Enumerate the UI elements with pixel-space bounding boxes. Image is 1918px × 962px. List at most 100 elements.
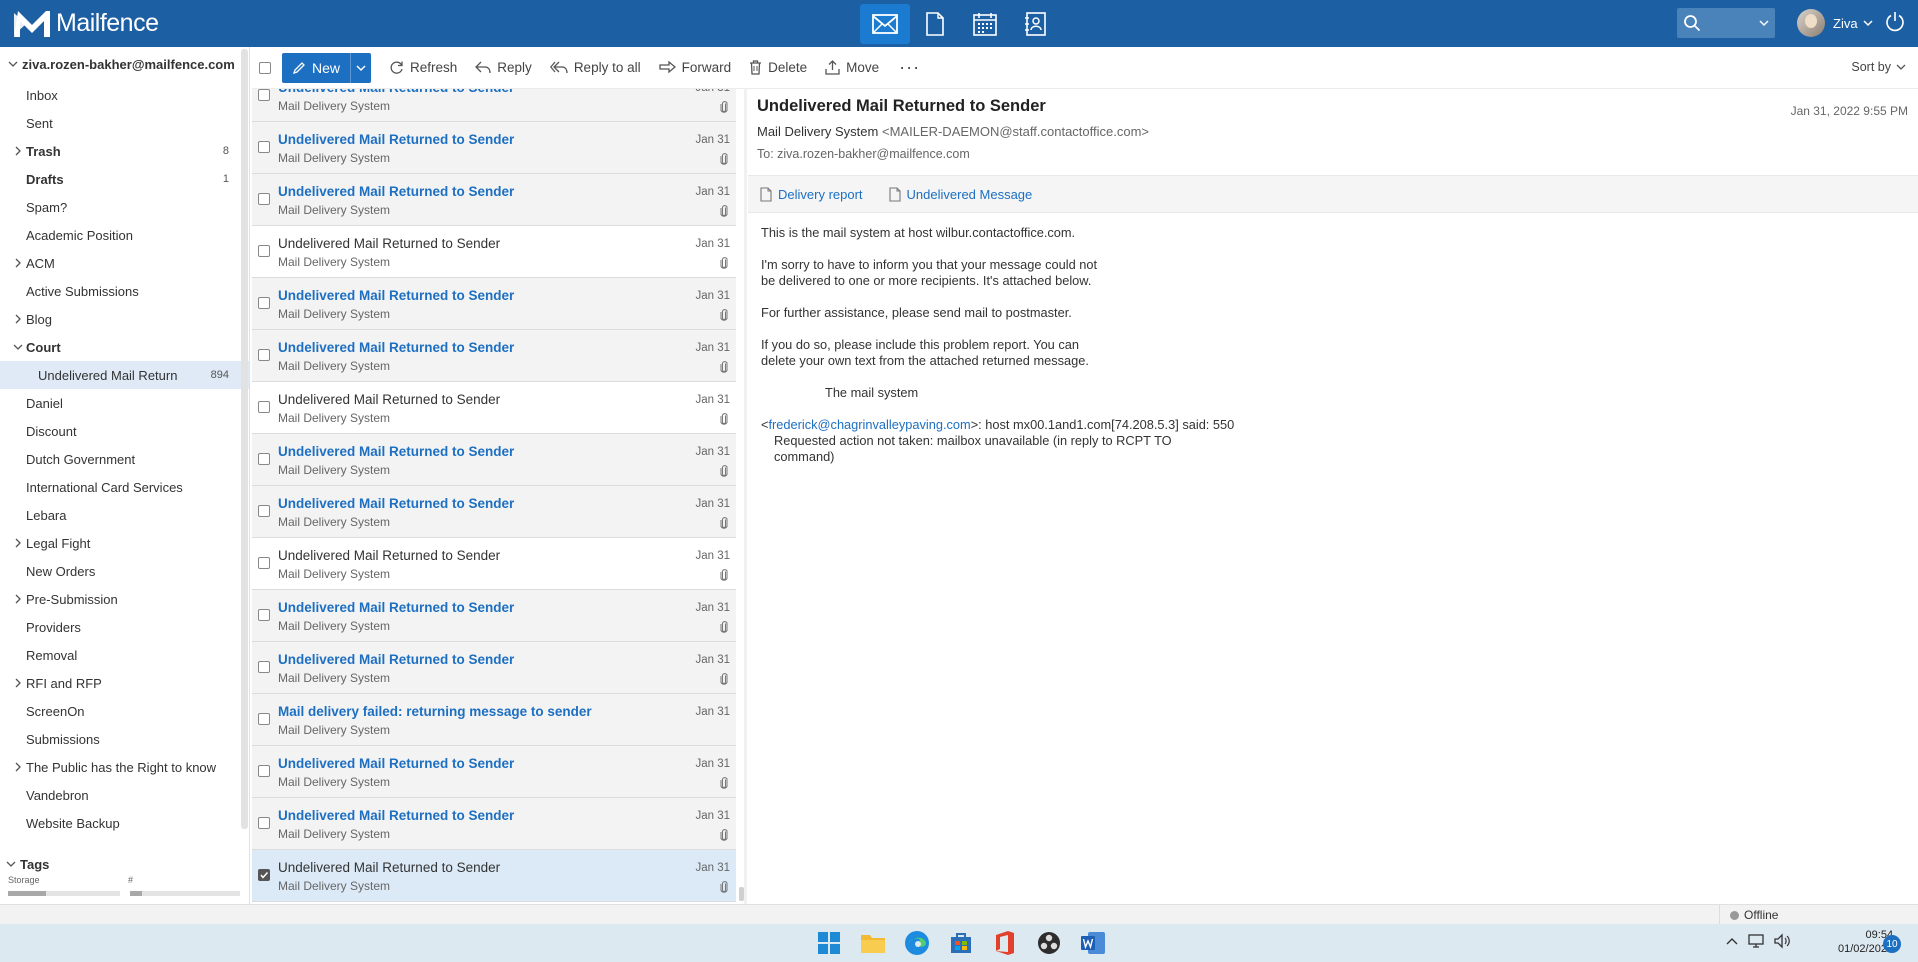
sidebar-folder-legal-fight[interactable]: Legal Fight bbox=[0, 529, 249, 557]
attachment-delivery-report[interactable]: Delivery report bbox=[760, 187, 863, 202]
message-checkbox[interactable] bbox=[258, 297, 270, 309]
volume-icon[interactable] bbox=[1773, 933, 1791, 949]
message-checkbox[interactable] bbox=[258, 869, 270, 881]
chevron-right-icon[interactable] bbox=[13, 258, 23, 268]
word-button[interactable] bbox=[1078, 929, 1108, 957]
sidebar-folder-active-submissions[interactable]: Active Submissions bbox=[0, 277, 249, 305]
message-row[interactable]: Undelivered Mail Returned to Sender Mail … bbox=[252, 850, 736, 902]
message-row[interactable]: Undelivered Mail Returned to Sender Mail … bbox=[252, 486, 736, 538]
user-menu[interactable]: Ziva bbox=[1797, 8, 1873, 38]
sidebar-folder-screenon[interactable]: ScreenOn bbox=[0, 697, 249, 725]
message-checkbox[interactable] bbox=[258, 193, 270, 205]
sidebar-folder-court[interactable]: Court bbox=[0, 333, 249, 361]
message-row[interactable]: Undelivered Mail Returned to Sender Mail … bbox=[252, 538, 736, 590]
message-checkbox[interactable] bbox=[258, 401, 270, 413]
message-row[interactable]: Undelivered Mail Returned to Sender Mail … bbox=[252, 226, 736, 278]
sidebar-folder-inbox[interactable]: Inbox bbox=[0, 81, 249, 109]
move-button[interactable]: Move bbox=[825, 60, 879, 75]
sidebar-folder-lebara[interactable]: Lebara bbox=[0, 501, 249, 529]
chevron-right-icon[interactable] bbox=[13, 594, 23, 604]
account-header[interactable]: ziva.rozen-bakher@mailfence.com bbox=[0, 47, 249, 81]
mail-app-button[interactable] bbox=[860, 3, 910, 44]
message-row[interactable]: Undelivered Mail Returned to Sender Mail … bbox=[252, 382, 736, 434]
sidebar-folder-submissions[interactable]: Submissions bbox=[0, 725, 249, 753]
sort-by-dropdown[interactable]: Sort by bbox=[1851, 60, 1906, 74]
message-checkbox[interactable] bbox=[258, 245, 270, 257]
office-button[interactable] bbox=[990, 929, 1020, 957]
contacts-app-button[interactable] bbox=[1010, 4, 1060, 44]
refresh-button[interactable]: Refresh bbox=[389, 60, 457, 75]
forward-button[interactable]: Forward bbox=[658, 60, 731, 75]
message-checkbox[interactable] bbox=[258, 89, 270, 101]
logout-button[interactable] bbox=[1884, 11, 1906, 36]
file-explorer-button[interactable] bbox=[858, 929, 888, 957]
message-row[interactable]: Undelivered Mail Returned to Sender Mail … bbox=[252, 746, 736, 798]
sidebar-folder-discount[interactable]: Discount bbox=[0, 417, 249, 445]
more-actions-button[interactable]: ··· bbox=[899, 57, 920, 78]
sidebar-folder-drafts[interactable]: Drafts 1 bbox=[0, 165, 249, 193]
calendar-app-button[interactable] bbox=[960, 4, 1010, 44]
new-button-main[interactable]: New bbox=[282, 52, 352, 83]
select-all-checkbox[interactable] bbox=[259, 61, 271, 74]
message-row[interactable]: Undelivered Mail Returned to Sender Mail … bbox=[252, 278, 736, 330]
sidebar-folder-removal[interactable]: Removal bbox=[0, 641, 249, 669]
logo[interactable]: Mailfence bbox=[12, 9, 159, 39]
sidebar-folder-international-card-services[interactable]: International Card Services bbox=[0, 473, 249, 501]
message-row[interactable]: Undelivered Mail Returned to Sender Mail … bbox=[252, 330, 736, 382]
sidebar-folder-rfi-and-rfp[interactable]: RFI and RFP bbox=[0, 669, 249, 697]
sidebar-folder-website-backup[interactable]: Website Backup bbox=[0, 809, 249, 837]
message-checkbox[interactable] bbox=[258, 765, 270, 777]
message-row[interactable]: Undelivered Mail Returned to Sender Mail … bbox=[252, 122, 736, 174]
new-message-button[interactable]: New bbox=[282, 52, 372, 83]
edge-browser-button[interactable] bbox=[902, 929, 932, 957]
sidebar-scrollbar[interactable] bbox=[241, 49, 248, 829]
sender-name[interactable]: Mail Delivery System bbox=[757, 124, 878, 139]
message-checkbox[interactable] bbox=[258, 141, 270, 153]
chevron-right-icon[interactable] bbox=[13, 146, 23, 156]
message-checkbox[interactable] bbox=[258, 713, 270, 725]
sidebar-folder-new-orders[interactable]: New Orders bbox=[0, 557, 249, 585]
attachment-undelivered-message[interactable]: Undelivered Message bbox=[888, 187, 1032, 202]
message-checkbox[interactable] bbox=[258, 609, 270, 621]
sidebar-folder-sent[interactable]: Sent bbox=[0, 109, 249, 137]
sidebar-folder-trash[interactable]: Trash 8 bbox=[0, 137, 249, 165]
message-checkbox[interactable] bbox=[258, 661, 270, 673]
search-button[interactable] bbox=[1677, 8, 1775, 38]
sidebar-folder-providers[interactable]: Providers bbox=[0, 613, 249, 641]
sidebar-folder-dutch-government[interactable]: Dutch Government bbox=[0, 445, 249, 473]
start-button[interactable] bbox=[814, 929, 844, 957]
message-checkbox[interactable] bbox=[258, 349, 270, 361]
sidebar-folder-vandebron[interactable]: Vandebron bbox=[0, 781, 249, 809]
sidebar-folder-acm[interactable]: ACM bbox=[0, 249, 249, 277]
obs-button[interactable] bbox=[1034, 929, 1064, 957]
message-checkbox[interactable] bbox=[258, 453, 270, 465]
message-row[interactable]: Undelivered Mail Returned to Sender Mail … bbox=[252, 174, 736, 226]
message-row[interactable]: Undelivered Mail Returned to Sender Mail … bbox=[252, 590, 736, 642]
sidebar-folder-spam[interactable]: Spam? bbox=[0, 193, 249, 221]
message-checkbox[interactable] bbox=[258, 817, 270, 829]
message-row[interactable]: Undelivered Mail Returned to Sender Mail … bbox=[252, 642, 736, 694]
new-button-dropdown[interactable] bbox=[351, 53, 371, 83]
message-checkbox[interactable] bbox=[258, 505, 270, 517]
sidebar-folder-undelivered-mail-return[interactable]: Undelivered Mail Return 894 bbox=[0, 361, 249, 389]
chevron-down-icon[interactable] bbox=[13, 342, 23, 352]
store-button[interactable] bbox=[946, 929, 976, 957]
reply-all-button[interactable]: Reply to all bbox=[549, 60, 641, 75]
recipient-link[interactable]: frederick@chagrinvalleypaving.com bbox=[768, 417, 970, 432]
reply-button[interactable]: Reply bbox=[475, 60, 532, 75]
message-row[interactable]: Undelivered Mail Returned to Sender Mail … bbox=[252, 798, 736, 850]
message-checkbox[interactable] bbox=[258, 557, 270, 569]
notification-badge[interactable]: 10 bbox=[1883, 935, 1901, 953]
chevron-right-icon[interactable] bbox=[13, 678, 23, 688]
message-row[interactable]: Undelivered Mail Returned to Sender Mail … bbox=[252, 89, 736, 122]
sidebar-folder-blog[interactable]: Blog bbox=[0, 305, 249, 333]
sidebar-folder-the-public-has-the-right-to-know[interactable]: The Public has the Right to know bbox=[0, 753, 249, 781]
pane-divider[interactable] bbox=[744, 89, 747, 904]
message-row[interactable]: Mail delivery failed: returning message … bbox=[252, 694, 736, 746]
message-row[interactable]: Undelivered Mail Returned to Sender Mail … bbox=[252, 434, 736, 486]
tags-section[interactable]: Tags bbox=[0, 852, 49, 876]
chevron-right-icon[interactable] bbox=[13, 314, 23, 324]
sidebar-folder-daniel[interactable]: Daniel bbox=[0, 389, 249, 417]
chevron-right-icon[interactable] bbox=[13, 538, 23, 548]
sidebar-folder-pre-submission[interactable]: Pre-Submission bbox=[0, 585, 249, 613]
